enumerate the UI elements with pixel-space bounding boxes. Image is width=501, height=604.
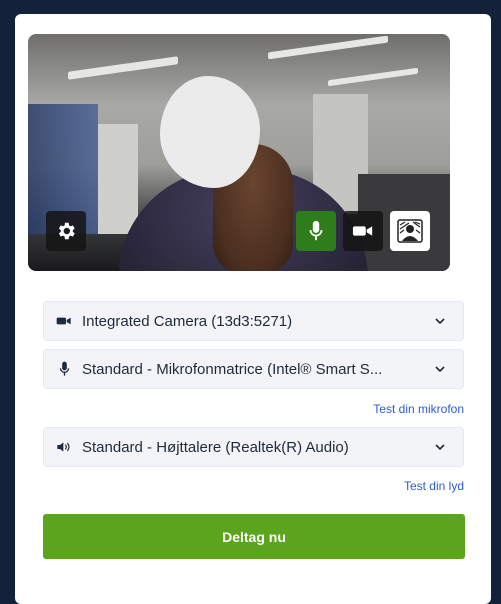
background-pillar bbox=[98, 124, 138, 234]
microphone-icon bbox=[56, 361, 72, 377]
face-blur bbox=[160, 76, 260, 188]
gear-icon bbox=[58, 222, 75, 240]
chevron-down-icon bbox=[433, 444, 447, 450]
ceiling-light bbox=[68, 56, 178, 80]
join-now-button[interactable]: Deltag nu bbox=[43, 514, 465, 559]
ceiling-light bbox=[328, 67, 418, 87]
chevron-down-icon bbox=[433, 318, 447, 324]
camera-toggle-button[interactable] bbox=[343, 211, 383, 251]
microphone-select-value: Standard - Mikrofonmatrice (Intel® Smart… bbox=[82, 360, 383, 378]
speaker-select[interactable]: Standard - Højttalere (Realtek(R) Audio) bbox=[43, 427, 464, 467]
ceiling-light bbox=[268, 35, 388, 60]
settings-button[interactable] bbox=[46, 211, 86, 251]
speaker-icon bbox=[56, 440, 72, 454]
camera-icon bbox=[352, 226, 373, 236]
camera-preview bbox=[28, 34, 450, 271]
microphone-select[interactable]: Standard - Mikrofonmatrice (Intel® Smart… bbox=[43, 349, 464, 389]
microphone-icon bbox=[309, 220, 323, 241]
test-microphone-link[interactable]: Test din mikrofon bbox=[373, 402, 464, 416]
camera-select-value: Integrated Camera (13d3:5271) bbox=[82, 312, 293, 330]
camera-select[interactable]: Integrated Camera (13d3:5271) bbox=[43, 301, 464, 341]
background-effect-icon bbox=[397, 219, 423, 243]
chevron-down-icon bbox=[433, 366, 447, 372]
background-effect-button[interactable] bbox=[390, 211, 430, 251]
test-sound-link[interactable]: Test din lyd bbox=[404, 479, 464, 493]
camera-icon bbox=[56, 316, 72, 326]
microphone-toggle-button[interactable] bbox=[296, 211, 336, 251]
speaker-select-value: Standard - Højttalere (Realtek(R) Audio) bbox=[82, 438, 349, 456]
